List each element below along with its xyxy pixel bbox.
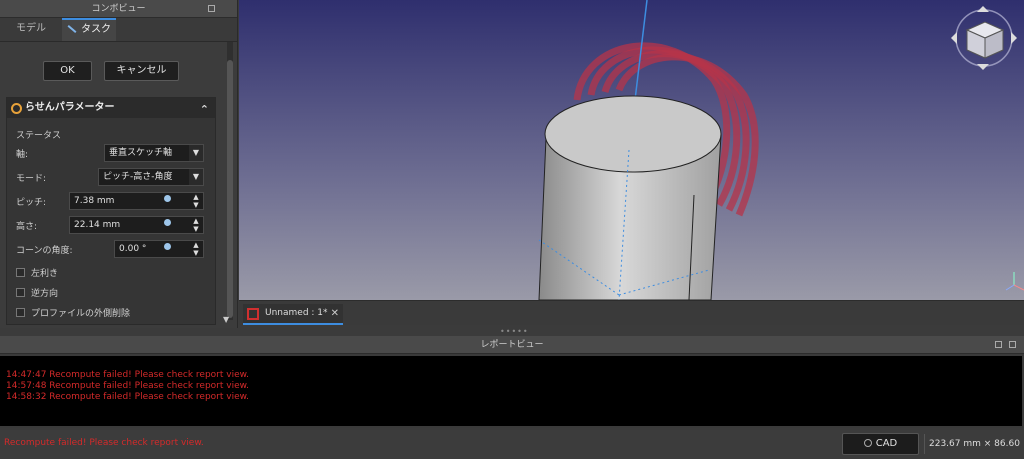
log-line: 14:58:32 Recompute failed! Please check …	[6, 392, 250, 402]
pitch-input[interactable]: 7.38 mm ▲ ▼	[69, 192, 204, 210]
panel-scrollbar[interactable]	[227, 42, 233, 320]
height-input[interactable]: 22.14 mm ▲ ▼	[69, 216, 204, 234]
mode-select[interactable]: ピッチ-高さ-角度 ▼	[98, 168, 204, 186]
3d-viewport[interactable]	[239, 0, 1024, 300]
scrollbar-thumb[interactable]	[227, 60, 233, 318]
left-handed-checkbox[interactable]: 左利き	[16, 266, 58, 279]
view-dimensions: 223.67 mm × 86.60 mm	[924, 434, 1024, 454]
navigation-icon	[863, 439, 872, 447]
freecad-doc-icon	[247, 308, 259, 320]
spin-arrows-icon[interactable]: ▲ ▼	[189, 217, 203, 233]
report-view: レポートビュー 14:47:47 Recompute failed! Pleas…	[0, 336, 1024, 428]
dialog-buttons: OK キャンセル	[43, 61, 179, 81]
cone-angle-row: コーンの角度: 0.00 ° ▲ ▼	[16, 240, 212, 258]
mode-row: モード: ピッチ-高さ-角度 ▼	[16, 168, 212, 186]
axis-triad-icon	[1005, 272, 1024, 291]
splitter-handle[interactable]: •••••	[500, 327, 529, 336]
checkbox-box[interactable]	[16, 288, 25, 297]
combo-tabs: モデル タスク	[0, 18, 237, 42]
remove-outside-checkbox[interactable]: プロファイルの外側削除	[16, 306, 130, 319]
report-log[interactable]: 14:47:47 Recompute failed! Please check …	[0, 356, 1022, 426]
spin-arrows-icon[interactable]: ▲ ▼	[189, 241, 203, 257]
pencil-icon	[67, 25, 77, 33]
close-icon[interactable]: ✕	[331, 304, 339, 323]
tab-tasks[interactable]: タスク	[62, 18, 116, 41]
helix-parameters-panel: らせんパラメーター ⌃ ステータス 軸: 垂直スケッチ軸 ▼ モード: ピッチ-…	[6, 97, 216, 325]
float-panel-icon[interactable]	[208, 5, 215, 12]
combo-view-title: コンボビュー	[0, 0, 237, 18]
axis-row: 軸: 垂直スケッチ軸 ▼	[16, 144, 212, 162]
status-label: ステータス	[16, 131, 62, 141]
log-line: 14:57:48 Recompute failed! Please check …	[6, 381, 250, 391]
document-tab-unnamed[interactable]: Unnamed : 1* ✕	[243, 304, 343, 325]
close-panel-icon[interactable]	[1009, 341, 1016, 348]
tab-model[interactable]: モデル	[0, 18, 62, 41]
reversed-checkbox[interactable]: 逆方向	[16, 286, 58, 299]
chevron-down-icon: ▼	[189, 145, 203, 161]
pitch-row: ピッチ: 7.38 mm ▲ ▼	[16, 192, 212, 210]
checkbox-box[interactable]	[16, 268, 25, 277]
collapse-icon[interactable]: ⌃	[200, 100, 209, 120]
combo-view-panel: コンボビュー モデル タスク OK キャンセル らせんパラメーター ⌃ ステータ…	[0, 0, 238, 328]
ok-button[interactable]: OK	[43, 61, 92, 81]
navigation-style-button[interactable]: CAD	[842, 433, 919, 455]
expression-icon[interactable]	[164, 243, 171, 250]
helix-icon	[11, 103, 22, 114]
checkbox-box[interactable]	[16, 308, 25, 317]
scene-svg	[538, 0, 1024, 300]
freecad-window: コンボビュー モデル タスク OK キャンセル らせんパラメーター ⌃ ステータ…	[0, 0, 1024, 459]
chevron-down-icon: ▼	[189, 169, 203, 185]
navigation-cube[interactable]	[951, 6, 1017, 70]
scroll-down-icon[interactable]: ▼	[223, 315, 229, 324]
float-panel-icon[interactable]	[995, 341, 1002, 348]
height-row: 高さ: 22.14 mm ▲ ▼	[16, 216, 212, 234]
spin-arrows-icon[interactable]: ▲ ▼	[189, 193, 203, 209]
status-message: Recompute failed! Please check report vi…	[4, 438, 204, 448]
cone-angle-input[interactable]: 0.00 ° ▲ ▼	[114, 240, 204, 258]
cylinder-top-face[interactable]	[544, 95, 722, 173]
document-tabs: Unnamed : 1* ✕	[239, 300, 1024, 325]
cancel-button[interactable]: キャンセル	[104, 61, 179, 81]
helix-parameters-header[interactable]: らせんパラメーター ⌃	[7, 98, 215, 118]
report-view-title: レポートビュー	[0, 336, 1024, 354]
expression-icon[interactable]	[164, 219, 171, 226]
status-bar: Recompute failed! Please check report vi…	[0, 430, 1024, 459]
axis-select[interactable]: 垂直スケッチ軸 ▼	[104, 144, 204, 162]
expression-icon[interactable]	[164, 195, 171, 202]
log-line: 14:47:47 Recompute failed! Please check …	[6, 370, 250, 380]
